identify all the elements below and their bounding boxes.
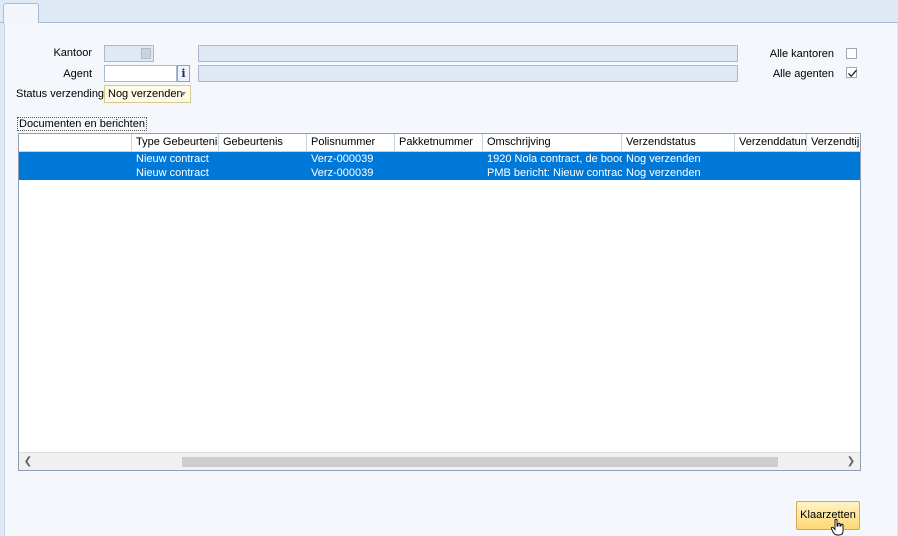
cell-verzendtijd [807,166,860,180]
cell-omschrijving: PMB bericht: Nieuw contract [487,167,622,179]
cell-gebeurtenis [219,166,307,180]
scroll-right-icon[interactable]: ❯ [844,455,858,468]
scroll-left-icon[interactable]: ❮ [21,455,35,468]
kantoor-label: Kantoor [53,47,92,59]
column-header-polisnummer[interactable]: Polisnummer [307,134,395,151]
table-row[interactable]: Nieuw contract Verz-000039 1920 Nola con… [19,152,860,166]
agent-name-field [198,65,738,82]
column-header-verzenddatum[interactable]: Verzenddatum [735,134,807,151]
alle-kantoren-checkbox[interactable] [846,48,857,59]
tab-main[interactable] [3,3,39,23]
column-header-type-gebeurtenis[interactable]: Type Gebeurtenis [132,134,219,151]
cell-type-gebeurtenis: Nieuw contract [136,167,209,179]
klaarzetten-button[interactable]: Klaarzetten [796,501,860,530]
table-row[interactable]: Nieuw contract Verz-000039 PMB bericht: … [19,166,860,180]
column-header-verzendtijd[interactable]: Verzendtij [807,134,860,151]
cell-pakketnummer [395,152,483,166]
kantoor-code-field[interactable] [104,45,154,62]
documents-grid[interactable]: Type Gebeurtenis Gebeurtenis Polisnummer… [18,133,861,471]
column-header-verzendstatus[interactable]: Verzendstatus [622,134,735,151]
agent-code-input[interactable] [104,65,177,82]
group-documenten-label: Documenten en berichten [17,117,147,131]
kantoor-name-field [198,45,738,62]
column-header-select[interactable] [19,134,132,151]
mouse-pointer-icon [831,519,844,536]
agent-label: Agent [63,68,92,80]
cell-verzenddatum [735,166,807,180]
cell-verzendstatus: Nog verzenden [626,153,701,165]
alle-agenten-label: Alle agenten [772,68,834,80]
alle-kantoren-label: Alle kantoren [769,48,834,60]
status-verzending-select[interactable]: Nog verzenden [104,85,191,103]
horizontal-scrollbar[interactable]: ❮ ❯ [19,452,860,470]
tab-strip [0,0,898,23]
cell-type-gebeurtenis: Nieuw contract [136,153,209,165]
scrollbar-thumb[interactable] [182,457,778,467]
status-verzending-label: Status verzending [16,88,105,100]
status-verzending-value: Nog verzenden [108,88,183,100]
cell-pakketnummer [395,166,483,180]
chevron-down-icon [180,92,186,96]
cell-verzendtijd [807,152,860,166]
agent-info-button[interactable]: i [177,65,190,82]
kantoor-lookup-icon[interactable] [141,48,151,59]
cell-polisnummer: Verz-000039 [311,153,374,165]
column-header-omschrijving[interactable]: Omschrijving [483,134,622,151]
column-header-gebeurtenis[interactable]: Gebeurtenis [219,134,307,151]
column-header-pakketnummer[interactable]: Pakketnummer [395,134,483,151]
cell-gebeurtenis [219,152,307,166]
info-icon: i [181,67,186,80]
grid-header: Type Gebeurtenis Gebeurtenis Polisnummer… [19,134,860,152]
cell-verzenddatum [735,152,807,166]
checkmark-icon [848,69,857,78]
alle-agenten-checkbox[interactable] [846,67,857,78]
cell-omschrijving: 1920 Nola contract, de boodsc [487,153,622,165]
cell-verzendstatus: Nog verzenden [626,167,701,179]
cell-polisnummer: Verz-000039 [311,167,374,179]
